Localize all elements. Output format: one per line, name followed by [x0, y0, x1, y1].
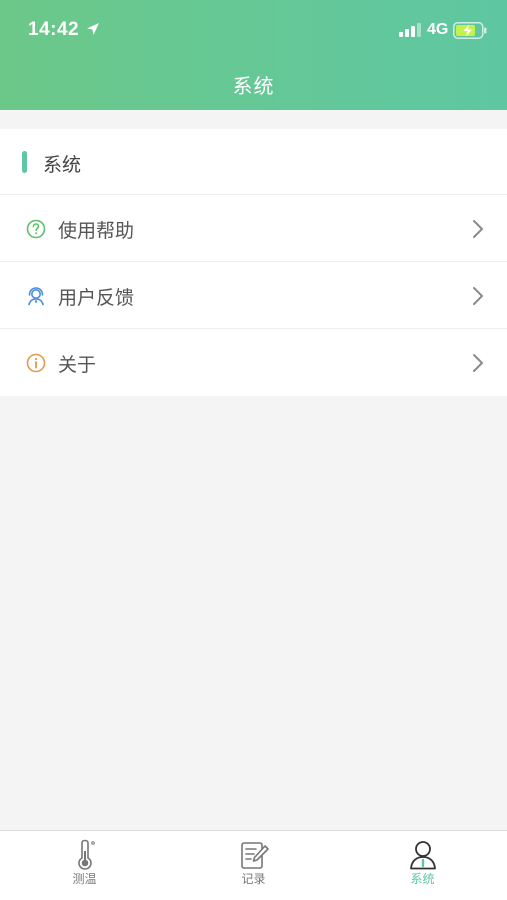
section-accent-bar — [22, 151, 27, 173]
menu-item-label: 使用帮助 — [58, 220, 135, 242]
menu-item-feedback[interactable]: 用户反馈 — [0, 262, 507, 329]
section-title: 系统 — [43, 154, 82, 176]
section-header: 系统 — [0, 129, 507, 195]
menu-item-label: 关于 — [58, 354, 97, 376]
chevron-right-icon — [473, 354, 483, 372]
tab-records[interactable]: 记录 — [169, 831, 338, 900]
system-section: 系统 使用帮助 用户反馈 关于 — [0, 129, 507, 396]
headset-user-icon — [28, 287, 44, 306]
cellular-signal-icon — [399, 23, 421, 37]
battery-charging-icon — [453, 22, 487, 39]
menu-item-help[interactable]: 使用帮助 — [0, 195, 507, 262]
app-header: 14:42 4G 系统 — [0, 0, 507, 110]
location-arrow-icon — [87, 23, 99, 35]
page-title: 系统 — [232, 74, 275, 98]
menu-item-about[interactable]: 关于 — [0, 329, 507, 396]
thermometer-icon — [77, 839, 95, 870]
help-circle-icon — [26, 219, 46, 239]
tab-label: 系统 — [410, 872, 435, 886]
tab-label: 测温 — [72, 872, 97, 886]
status-time: 14:42 — [28, 19, 80, 40]
user-profile-icon — [409, 841, 436, 870]
tab-temperature[interactable]: 测温 — [0, 831, 169, 900]
menu-item-label: 用户反馈 — [58, 287, 135, 309]
tab-label: 记录 — [241, 872, 266, 886]
notebook-pencil-icon — [240, 842, 269, 869]
chevron-right-icon — [473, 287, 483, 305]
chevron-right-icon — [473, 220, 483, 238]
tab-system[interactable]: 系统 — [338, 831, 507, 900]
status-bar: 14:42 4G — [0, 0, 507, 60]
network-type: 4G — [427, 21, 449, 38]
info-circle-icon — [26, 353, 46, 373]
bottom-tab-bar: 测温 记录 系统 — [0, 830, 507, 900]
